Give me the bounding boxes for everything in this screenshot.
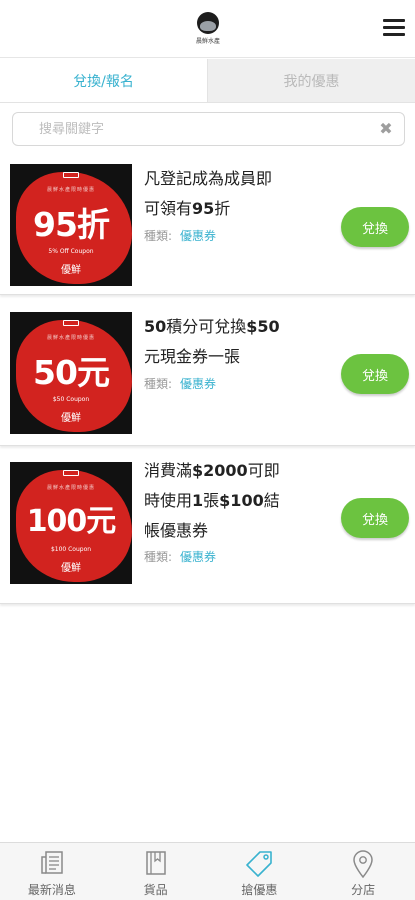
coupon-title: 消費滿$2000可即 時使用1張$100結 帳優惠券 [144, 461, 280, 540]
coupon-type: 種類: 優惠券 [144, 229, 217, 243]
coupon-image-brand: 優鮮 [61, 563, 81, 574]
bottom-navigation: 最新消息 貨品 搶優惠 分店 [0, 842, 415, 900]
logo-emblem-icon [197, 12, 219, 34]
newspaper-icon [41, 851, 63, 874]
coupon-image-subtitle: 晨鮮水產限時優惠 [46, 335, 95, 341]
redeem-button[interactable]: 兌換 [341, 498, 409, 538]
tab-redeem-register[interactable]: 兌換/報名 [0, 59, 207, 102]
coupon-image-discount: 50元 [33, 353, 110, 392]
coupon-image-discount: 100元 [26, 504, 117, 539]
tab-bar: 兌換/報名 我的優惠 [0, 59, 415, 103]
app-header: 晨鮮水產 [0, 0, 415, 58]
nav-label: 分店 [351, 883, 376, 897]
coupon-image: 晨鮮水產限時優惠 100元 $100 Coupon 優鮮 [10, 462, 132, 584]
coupon-image: 晨鮮水產限時優惠 95折 5% Off Coupon 優鮮 [10, 164, 132, 286]
coupon-image-caption: $50 Coupon [52, 396, 90, 403]
hamburger-menu-icon[interactable] [383, 19, 405, 37]
coupon-title: 凡登記成為成員即 可領有95折 [144, 169, 273, 218]
coupon-image-discount: 95折 [33, 205, 110, 244]
coupon-title: 50積分可兌換$50 元現金券一張 [144, 317, 280, 366]
nav-label: 搶優惠 [241, 883, 278, 897]
coupon-image-subtitle: 晨鮮水產限時優惠 [46, 485, 95, 491]
logo-text: 晨鮮水產 [195, 38, 220, 45]
nav-label: 最新消息 [27, 883, 76, 897]
coupon-card[interactable]: 晨鮮水產限時優惠 95折 5% Off Coupon 優鮮 凡登記成為成員即 可… [0, 158, 415, 295]
nav-item-branches[interactable]: 分店 [311, 843, 415, 900]
coupon-image-subtitle: 晨鮮水產限時優惠 [46, 187, 95, 193]
nav-item-news[interactable]: 最新消息 [0, 843, 104, 900]
book-icon [145, 851, 166, 875]
coupon-image-brand: 優鮮 [61, 265, 81, 276]
coupon-type: 種類: 優惠券 [144, 377, 217, 391]
brand-logo[interactable]: 晨鮮水產 [195, 12, 221, 46]
nav-label: 貨品 [143, 883, 168, 897]
search-input[interactable] [13, 113, 404, 145]
coupon-card[interactable]: 晨鮮水產限時優惠 100元 $100 Coupon 優鮮 消費滿$2000可即 … [0, 452, 415, 604]
coupon-card[interactable]: 晨鮮水產限時優惠 50元 $50 Coupon 優鮮 50積分可兌換$50 元現… [0, 301, 415, 446]
coupon-image-caption: $100 Coupon [50, 546, 92, 553]
map-pin-icon [353, 850, 373, 879]
coupon-image-caption: 5% Off Coupon [48, 248, 94, 255]
nav-item-grab-deals[interactable]: 搶優惠 [208, 843, 312, 900]
redeem-button[interactable]: 兌換 [341, 207, 409, 247]
coupon-image: 晨鮮水產限時優惠 50元 $50 Coupon 優鮮 [10, 312, 132, 434]
clear-search-icon[interactable]: ✖ [377, 120, 395, 138]
tab-my-offers[interactable]: 我的優惠 [207, 59, 415, 102]
coupon-list: 晨鮮水產限時優惠 95折 5% Off Coupon 優鮮 凡登記成為成員即 可… [0, 158, 415, 604]
coupon-type: 種類: 優惠券 [144, 550, 217, 564]
search-box: ✖ [12, 112, 405, 146]
tag-icon [246, 851, 273, 877]
redeem-button[interactable]: 兌換 [341, 354, 409, 394]
coupon-image-brand: 優鮮 [61, 413, 81, 424]
nav-item-products[interactable]: 貨品 [104, 843, 208, 900]
